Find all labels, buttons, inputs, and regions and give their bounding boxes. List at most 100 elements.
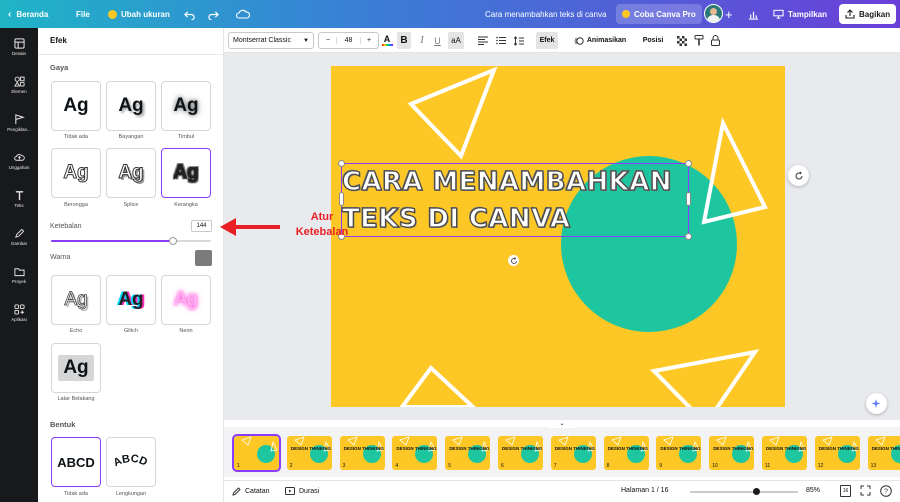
resize-button[interactable]: Ubah ukuran	[108, 0, 170, 28]
page-thumbnail[interactable]: DESIGN THINKING 10	[709, 436, 755, 470]
thickness-value-input[interactable]: 144	[191, 220, 212, 232]
home-button[interactable]: ‹ Beranda	[8, 0, 48, 28]
effect-splice-tile[interactable]: Ag	[106, 148, 156, 198]
page-thumbnail[interactable]: DESIGN THINKING 12	[814, 436, 860, 470]
page-number: 11	[765, 463, 771, 469]
file-menu[interactable]: File	[76, 0, 90, 28]
resize-handle[interactable]	[338, 160, 345, 167]
effect-outline-tile[interactable]: Ag	[161, 148, 211, 198]
page-number: 12	[817, 463, 824, 469]
page-thumbnail[interactable]: DESIGN THINKING 2	[286, 436, 332, 470]
align-button[interactable]	[476, 32, 489, 49]
spacing-button[interactable]	[512, 32, 525, 49]
effect-echo-tile[interactable]: Ag	[51, 275, 101, 325]
effect-hollow-tile[interactable]: Ag	[51, 148, 101, 198]
rotate-handle[interactable]	[508, 255, 519, 266]
list-button[interactable]	[494, 32, 507, 49]
effects-button[interactable]: Efek	[536, 32, 558, 49]
fullscreen-button[interactable]	[860, 485, 871, 498]
effect-label: Latar Belakang	[57, 396, 95, 402]
collapse-pages-handle[interactable]: ⌄	[548, 420, 576, 428]
rail-item-draw[interactable]: Gambar	[0, 218, 38, 256]
rail-item-elements[interactable]: Elemen	[0, 66, 38, 104]
help-button[interactable]: ?	[880, 485, 892, 499]
avatar[interactable]	[704, 4, 723, 23]
rail-item-brand[interactable]: Pengiklan...	[0, 104, 38, 142]
page-thumbnail[interactable]: DESIGN THINKING 13	[867, 436, 900, 470]
animate-button[interactable]: Animasikan	[570, 32, 630, 49]
decrease-font-button[interactable]: −	[320, 37, 336, 44]
rail-item-uploads[interactable]: Unggahan	[0, 142, 38, 180]
page-indicator[interactable]: Halaman 1 / 16	[621, 487, 668, 494]
page-thumbnail[interactable]: DESIGN THINKING 7	[550, 436, 596, 470]
lock-icon[interactable]	[709, 32, 721, 49]
page-thumbnail[interactable]: DESIGN THINKING 6	[498, 436, 543, 470]
resize-handle[interactable]	[685, 233, 692, 240]
heading-line-2: TEKS DI CANVA	[341, 203, 571, 234]
triangle-outline-shape[interactable]	[399, 365, 476, 407]
paint-format-icon[interactable]	[693, 32, 705, 49]
magic-assistant-button[interactable]	[866, 393, 887, 414]
position-button[interactable]: Posisi	[640, 32, 666, 49]
rail-item-projects[interactable]: Proyek	[0, 256, 38, 294]
rail-item-design[interactable]: Desain	[0, 28, 38, 66]
thickness-slider-handle[interactable]	[168, 237, 177, 245]
page-thumbnail[interactable]: DESIGN THINKING 8	[603, 436, 649, 470]
duration-button[interactable]: Durasi	[285, 487, 319, 495]
effect-none-tile[interactable]: Ag	[51, 81, 101, 131]
text-color-button[interactable]: A	[380, 32, 394, 49]
refresh-button[interactable]	[788, 165, 809, 186]
try-pro-button[interactable]: Coba Canva Pro	[616, 4, 702, 24]
zoom-slider[interactable]	[690, 488, 798, 495]
share-button[interactable]: Bagikan	[839, 4, 897, 24]
redo-button[interactable]	[208, 0, 219, 28]
present-button[interactable]: Tampilkan	[767, 4, 833, 24]
effect-shadow-tile[interactable]: Ag	[106, 81, 156, 131]
side-handle[interactable]	[339, 192, 344, 206]
italic-button[interactable]: I	[416, 32, 428, 49]
design-artboard[interactable]: CARA MENAMBAHKAN TEKS DI CANVA	[331, 66, 785, 407]
effect-lift-tile[interactable]: Ag	[161, 81, 211, 131]
text-icon	[15, 191, 23, 201]
page-thumbnail[interactable]: DESIGN THINKING 4	[392, 436, 438, 470]
effect-background-tile[interactable]: Ag	[51, 343, 101, 393]
increase-font-button[interactable]: +	[361, 37, 377, 44]
selected-heading-text[interactable]: CARA MENAMBAHKAN TEKS DI CANVA	[338, 160, 692, 240]
zoom-level[interactable]: 85%	[806, 487, 820, 494]
effect-glitch-tile[interactable]: Ag	[106, 275, 156, 325]
shape-curve-tile[interactable]: ABCD	[106, 437, 156, 487]
undo-button[interactable]	[184, 0, 195, 28]
font-family-dropdown[interactable]: Montserrat Classic ▼	[228, 32, 314, 49]
underline-button[interactable]: U	[431, 32, 444, 49]
side-handle[interactable]	[686, 192, 691, 206]
effect-label: Glitch	[123, 328, 139, 334]
thickness-slider[interactable]	[51, 237, 211, 245]
transparency-icon[interactable]	[676, 32, 688, 49]
add-people-icon[interactable]: +	[725, 0, 733, 28]
effect-neon-tile[interactable]: Ag	[161, 275, 211, 325]
page-thumbnail[interactable]: 1	[232, 434, 281, 472]
shapes-icon	[13, 76, 25, 87]
bold-button[interactable]: B	[397, 32, 411, 49]
zoom-slider-handle[interactable]	[753, 488, 761, 495]
rail-item-text[interactable]: Teks	[0, 180, 38, 218]
rail-item-apps[interactable]: Aplikasi	[0, 294, 38, 332]
page-thumbnail[interactable]: DESIGN THINKING 3	[339, 436, 385, 470]
color-swatch[interactable]	[195, 250, 212, 266]
triangle-outline-shape[interactable]	[649, 349, 760, 407]
document-title[interactable]: Cara menambahkan teks di canva	[485, 0, 606, 28]
page-number: 8	[606, 463, 610, 469]
case-button[interactable]: aA	[448, 32, 464, 49]
insights-icon[interactable]	[748, 0, 759, 28]
page-thumbnail[interactable]: DESIGN THINKING 5	[445, 436, 491, 470]
shape-none-tile[interactable]: ABCD	[51, 437, 101, 487]
font-size-stepper[interactable]: − 48 +	[318, 32, 379, 49]
page-thumbnail[interactable]: DESIGN THINKING 9	[656, 436, 702, 470]
cloud-save-icon[interactable]	[236, 0, 250, 28]
notes-button[interactable]: Catatan	[232, 487, 270, 496]
triangle-outline-shape[interactable]	[407, 66, 498, 160]
page-count-badge[interactable]: 16	[840, 485, 851, 497]
resize-handle[interactable]	[685, 160, 692, 167]
page-thumbnail[interactable]: DESIGN THINKING 11	[762, 436, 807, 470]
font-size-value[interactable]: 48	[336, 37, 361, 44]
